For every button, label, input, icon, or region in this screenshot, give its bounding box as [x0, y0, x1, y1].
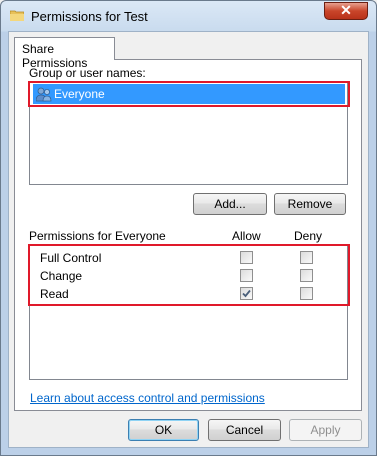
ok-button[interactable]: OK	[128, 419, 199, 441]
allow-change-checkbox[interactable]	[240, 269, 253, 282]
deny-full-control-checkbox[interactable]	[300, 251, 313, 264]
deny-column-header: Deny	[294, 229, 323, 243]
list-item-everyone[interactable]: Everyone	[33, 84, 345, 104]
close-icon: ✕	[340, 2, 352, 18]
cancel-button[interactable]: Cancel	[208, 419, 281, 441]
remove-button[interactable]: Remove	[274, 193, 346, 215]
add-button[interactable]: Add...	[193, 193, 267, 215]
apply-button[interactable]: Apply	[289, 419, 362, 441]
tab-label: Share Permissions	[22, 42, 88, 70]
permission-name-full-control: Full Control	[40, 251, 102, 265]
checkmark-icon	[242, 289, 251, 298]
allow-column-header: Allow	[232, 229, 261, 243]
permission-name-change: Change	[40, 269, 83, 283]
help-link[interactable]: Learn about access control and permissio…	[30, 391, 265, 405]
close-button[interactable]: ✕	[324, 2, 368, 20]
list-item-label: Everyone	[54, 87, 105, 101]
permissions-heading: Permissions for Everyone	[29, 229, 166, 243]
allow-full-control-checkbox[interactable]	[240, 251, 253, 264]
deny-read-checkbox[interactable]	[300, 287, 313, 300]
folder-icon	[10, 10, 24, 21]
users-icon	[36, 87, 52, 102]
tab-share-permissions[interactable]: Share Permissions	[14, 37, 115, 70]
permission-name-read: Read	[40, 287, 69, 301]
allow-read-checkbox[interactable]	[240, 287, 253, 300]
window-title: Permissions for Test	[31, 9, 148, 24]
title-bar[interactable]: Permissions for Test ✕	[1, 1, 376, 31]
deny-change-checkbox[interactable]	[300, 269, 313, 282]
